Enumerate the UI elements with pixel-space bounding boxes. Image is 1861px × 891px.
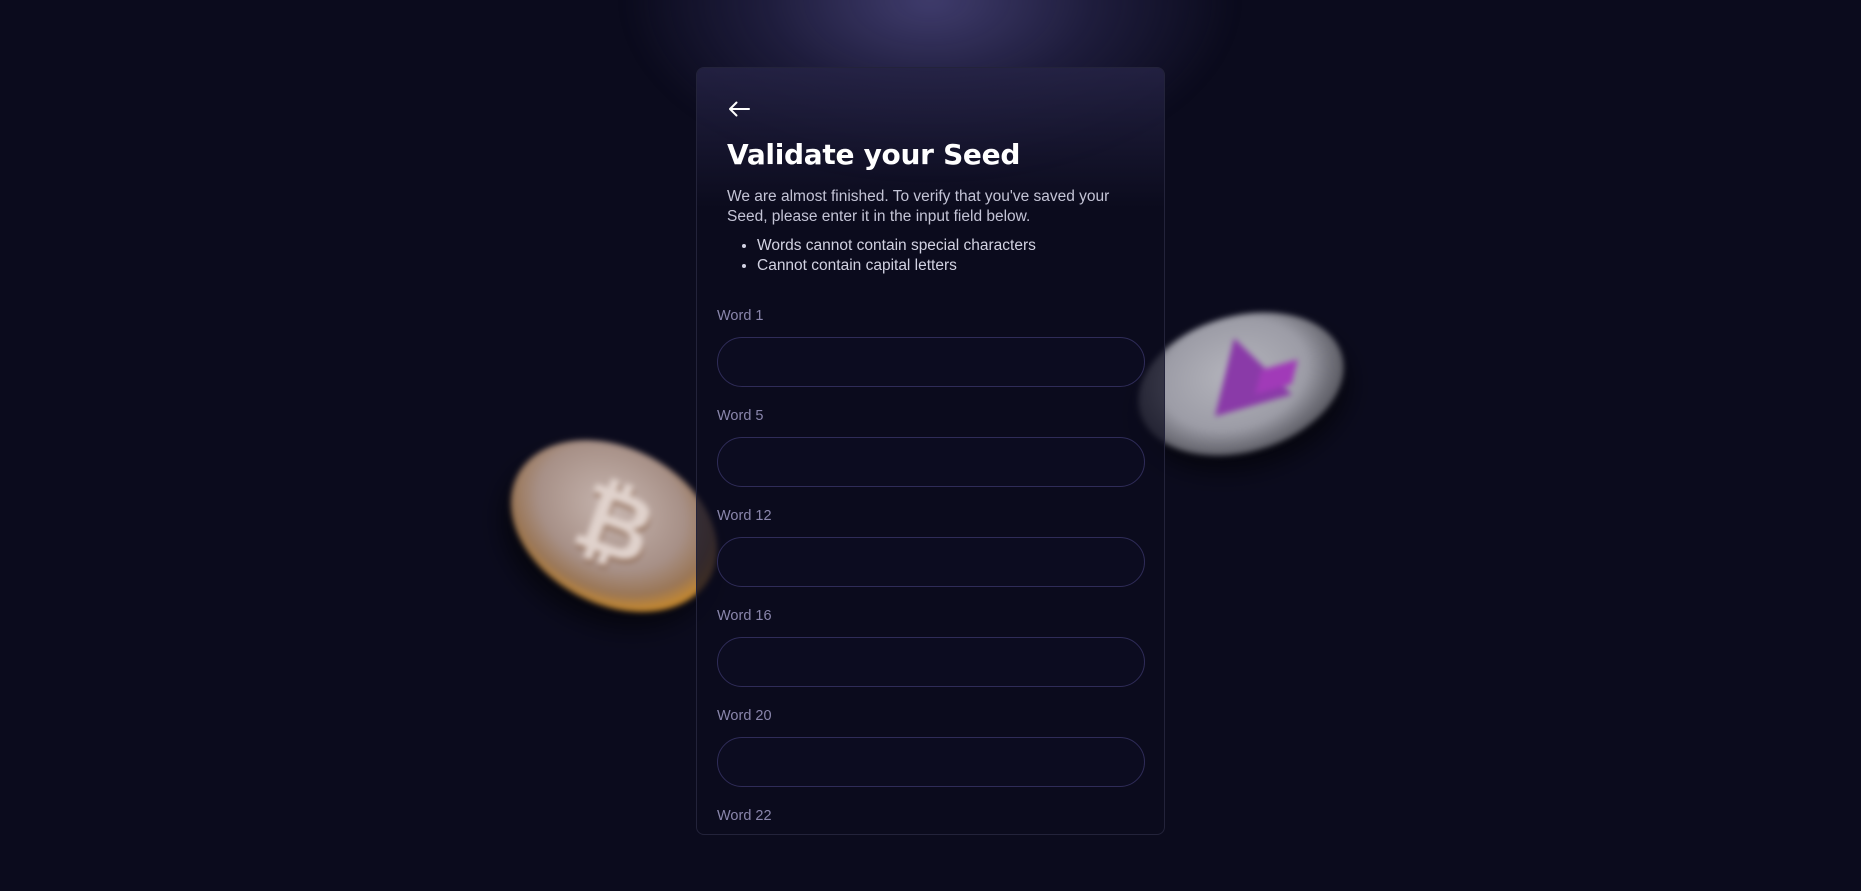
word-1-label: Word 1 (717, 308, 764, 324)
rule-item: Words cannot contain special characters (757, 236, 1036, 256)
word-12-input[interactable] (717, 537, 1145, 587)
word-1-input[interactable] (717, 337, 1145, 387)
word-12-label: Word 12 (717, 508, 772, 524)
word-16-label: Word 16 (717, 608, 772, 624)
word-22-label: Word 22 (717, 808, 772, 824)
arrow-left-icon (729, 101, 750, 117)
page-title: Validate your Seed (727, 138, 1021, 171)
seed-rules-list: Words cannot contain special characters … (727, 236, 1036, 276)
page-description: We are almost finished. To verify that y… (727, 188, 1110, 225)
back-button[interactable] (726, 96, 752, 122)
rule-item: Cannot contain capital letters (757, 256, 1036, 276)
seed-validation-card: Validate your Seed We are almost finishe… (696, 67, 1165, 835)
word-5-input[interactable] (717, 437, 1145, 487)
word-5-label: Word 5 (717, 408, 764, 424)
word-20-input[interactable] (717, 737, 1145, 787)
word-20-label: Word 20 (717, 708, 772, 724)
word-16-input[interactable] (717, 637, 1145, 687)
